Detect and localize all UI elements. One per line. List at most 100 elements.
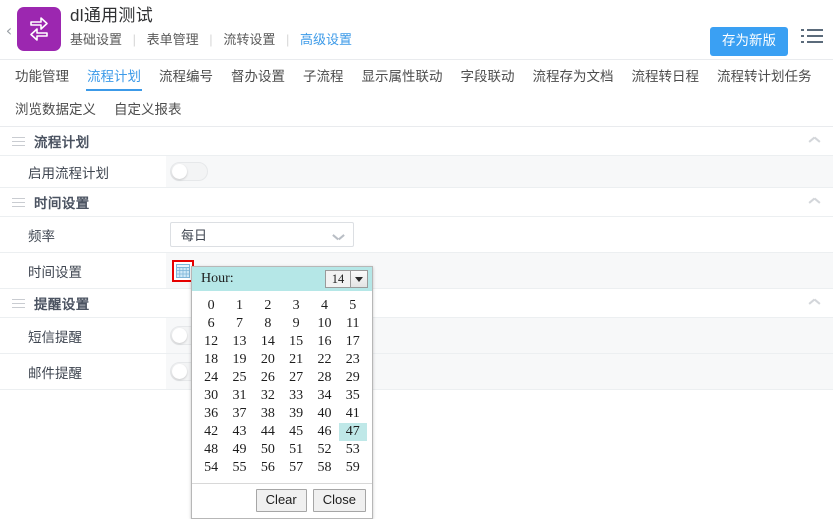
tab-liucheng-zhuan-richeng[interactable]: 流程转日程 bbox=[623, 60, 709, 93]
page-title: dl通用测试 bbox=[70, 6, 154, 25]
minute-cell[interactable]: 7 bbox=[225, 315, 253, 333]
minute-cell[interactable]: 13 bbox=[225, 333, 253, 351]
minute-cell[interactable]: 56 bbox=[254, 459, 282, 477]
minute-cell[interactable]: 31 bbox=[225, 387, 253, 405]
tab-liulan-shuju-dingyi[interactable]: 浏览数据定义 bbox=[6, 93, 105, 126]
minute-cell[interactable]: 29 bbox=[339, 369, 367, 387]
minute-cell[interactable]: 14 bbox=[254, 333, 282, 351]
tab-liucheng-zhuan-jihua-renwu[interactable]: 流程转计划任务 bbox=[708, 60, 821, 93]
minute-cell[interactable]: 9 bbox=[282, 315, 310, 333]
minute-cell[interactable]: 43 bbox=[225, 423, 253, 441]
triangle-down-icon[interactable] bbox=[350, 271, 367, 287]
field-control: 每日 bbox=[166, 217, 833, 252]
minute-cell[interactable]: 50 bbox=[254, 441, 282, 459]
minute-cell[interactable]: 17 bbox=[339, 333, 367, 351]
minute-cell[interactable]: 55 bbox=[225, 459, 253, 477]
minute-cell[interactable]: 20 bbox=[254, 351, 282, 369]
minute-cell[interactable]: 38 bbox=[254, 405, 282, 423]
minute-cell[interactable]: 35 bbox=[339, 387, 367, 405]
minute-cell[interactable]: 19 bbox=[225, 351, 253, 369]
tab-liucheng-jihua[interactable]: 流程计划 bbox=[78, 60, 150, 93]
minute-cell[interactable]: 48 bbox=[197, 441, 225, 459]
minute-cell[interactable]: 44 bbox=[254, 423, 282, 441]
minute-cell[interactable]: 1 bbox=[225, 297, 253, 315]
minute-cell[interactable]: 21 bbox=[282, 351, 310, 369]
chevron-up-icon[interactable] bbox=[809, 300, 820, 307]
minute-cell[interactable]: 39 bbox=[282, 405, 310, 423]
minute-cell[interactable]: 24 bbox=[197, 369, 225, 387]
chevron-up-icon[interactable] bbox=[809, 138, 820, 145]
minute-cell[interactable]: 5 bbox=[339, 297, 367, 315]
hour-select[interactable]: 14 bbox=[325, 270, 368, 288]
minute-cell[interactable]: 40 bbox=[310, 405, 338, 423]
minute-cell[interactable]: 10 bbox=[310, 315, 338, 333]
list-menu-icon[interactable] bbox=[801, 28, 823, 46]
minute-cell[interactable]: 28 bbox=[310, 369, 338, 387]
minute-cell[interactable]: 51 bbox=[282, 441, 310, 459]
minute-cell[interactable]: 45 bbox=[282, 423, 310, 441]
minute-cell[interactable]: 42 bbox=[197, 423, 225, 441]
minute-cell[interactable]: 25 bbox=[225, 369, 253, 387]
tab-xianshi-shuxing-liandong[interactable]: 显示属性联动 bbox=[353, 60, 452, 93]
breadcrumb-item-0[interactable]: 基础设置 bbox=[70, 32, 122, 47]
minute-cell[interactable]: 33 bbox=[282, 387, 310, 405]
tab-ziduan-liandong[interactable]: 字段联动 bbox=[452, 60, 524, 93]
chevron-up-icon[interactable] bbox=[809, 199, 820, 206]
section-header-shijian-shezhi[interactable]: 时间设置 bbox=[0, 188, 833, 217]
minute-cell[interactable]: 49 bbox=[225, 441, 253, 459]
minute-cell[interactable]: 22 bbox=[310, 351, 338, 369]
minute-cell[interactable]: 18 bbox=[197, 351, 225, 369]
toggle-knob bbox=[172, 164, 187, 179]
clear-button[interactable]: Clear bbox=[255, 489, 307, 512]
minute-cell[interactable]: 52 bbox=[310, 441, 338, 459]
minute-cell[interactable]: 2 bbox=[254, 297, 282, 315]
minute-cell[interactable]: 59 bbox=[339, 459, 367, 477]
minute-cell[interactable]: 15 bbox=[282, 333, 310, 351]
minute-cell[interactable]: 27 bbox=[282, 369, 310, 387]
toggle-knob bbox=[172, 328, 187, 343]
tab-zidingyi-baobiao[interactable]: 自定义报表 bbox=[105, 93, 191, 126]
minute-cell[interactable]: 11 bbox=[339, 315, 367, 333]
minute-cell[interactable]: 36 bbox=[197, 405, 225, 423]
field-label: 邮件提醒 bbox=[0, 354, 166, 389]
minute-cell[interactable]: 34 bbox=[310, 387, 338, 405]
breadcrumb-item-2[interactable]: 流转设置 bbox=[223, 32, 275, 47]
tab-liucheng-cunwei-wendang[interactable]: 流程存为文档 bbox=[524, 60, 623, 93]
minute-cell[interactable]: 4 bbox=[310, 297, 338, 315]
minute-cell[interactable]: 46 bbox=[310, 423, 338, 441]
toggle-enable-plan[interactable] bbox=[170, 162, 208, 181]
close-button[interactable]: Close bbox=[312, 489, 366, 512]
section-header-liucheng-jihua[interactable]: 流程计划 bbox=[0, 127, 833, 156]
drag-grip-icon bbox=[12, 197, 25, 208]
minute-cell[interactable]: 26 bbox=[254, 369, 282, 387]
minute-cell[interactable]: 16 bbox=[310, 333, 338, 351]
minute-cell[interactable]: 3 bbox=[282, 297, 310, 315]
minute-cell[interactable]: 53 bbox=[339, 441, 367, 459]
minutes-row: 12 13 14 15 16 17 bbox=[197, 333, 367, 351]
breadcrumb-item-3[interactable]: 高级设置 bbox=[300, 32, 352, 47]
save-as-new-version-button[interactable]: 存为新版 bbox=[710, 27, 788, 56]
minute-cell[interactable]: 32 bbox=[254, 387, 282, 405]
minutes-row: 48 49 50 51 52 53 bbox=[197, 441, 367, 459]
minute-cell[interactable]: 37 bbox=[225, 405, 253, 423]
minute-cell[interactable]: 30 bbox=[197, 387, 225, 405]
tab-gongneng-guanli[interactable]: 功能管理 bbox=[6, 60, 78, 93]
minute-cell[interactable]: 0 bbox=[197, 297, 225, 315]
breadcrumb-item-1[interactable]: 表单管理 bbox=[147, 32, 199, 47]
minute-cell[interactable]: 54 bbox=[197, 459, 225, 477]
back-button[interactable]: ‹ bbox=[2, 22, 16, 40]
minute-cell[interactable]: 57 bbox=[282, 459, 310, 477]
tab-zi-liucheng[interactable]: 子流程 bbox=[294, 60, 353, 93]
minute-cell[interactable]: 6 bbox=[197, 315, 225, 333]
minute-cell[interactable]: 8 bbox=[254, 315, 282, 333]
section-header-tixing-shezhi[interactable]: 提醒设置 bbox=[0, 289, 833, 318]
minute-cell[interactable]: 12 bbox=[197, 333, 225, 351]
minute-cell[interactable]: 41 bbox=[339, 405, 367, 423]
tab-duban-shezhi[interactable]: 督办设置 bbox=[222, 60, 294, 93]
minute-cell-selected[interactable]: 47 bbox=[338, 423, 367, 441]
minutes-grid: 0 1 2 3 4 5 6 7 8 9 10 11 12 13 14 15 16 bbox=[192, 292, 372, 483]
frequency-select[interactable]: 每日 bbox=[170, 222, 354, 247]
minute-cell[interactable]: 23 bbox=[339, 351, 367, 369]
minute-cell[interactable]: 58 bbox=[310, 459, 338, 477]
tab-liucheng-bianhao[interactable]: 流程编号 bbox=[150, 60, 222, 93]
